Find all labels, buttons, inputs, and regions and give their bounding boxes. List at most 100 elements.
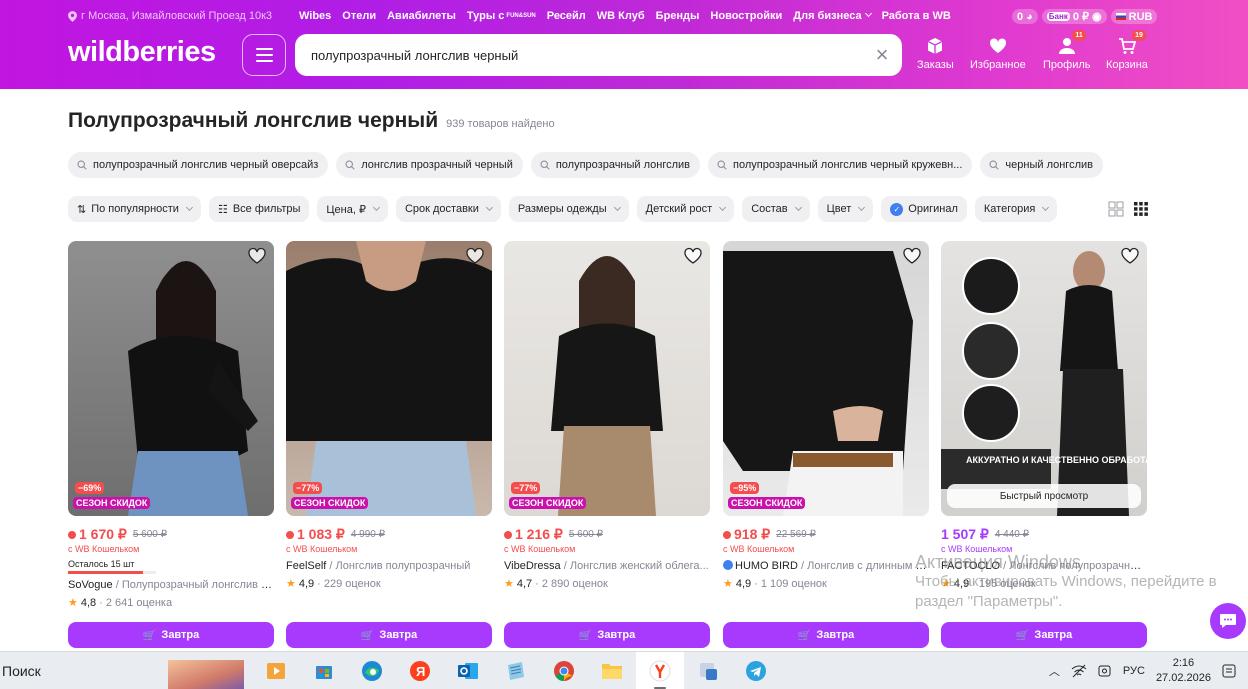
cart-button[interactable]: 19 Корзина bbox=[1106, 30, 1148, 71]
top-link-hotels[interactable]: Отели bbox=[342, 10, 376, 22]
taskbar-app-notes[interactable] bbox=[492, 652, 540, 689]
product-image[interactable]: −77% СЕЗОН СКИДОК bbox=[286, 241, 492, 516]
price-filter[interactable]: Цена, ₽ bbox=[317, 196, 388, 222]
product-title[interactable]: SoVogue / Полупрозрачный лонгслив с ... bbox=[68, 579, 274, 591]
product-card[interactable]: −95% СЕЗОН СКИДОК 918 ₽ 22 569 ₽ с WB Кош… bbox=[723, 241, 929, 648]
product-card[interactable]: −77% СЕЗОН СКИДОК 1 216 ₽ 5 600 ₽ с WB Ко… bbox=[504, 241, 710, 648]
top-link-newbuildings[interactable]: Новостройки bbox=[710, 10, 782, 22]
taskbar-explorer[interactable] bbox=[588, 652, 636, 689]
grid-small-icon[interactable] bbox=[1133, 201, 1149, 217]
rating-value: 4,7 bbox=[516, 577, 533, 590]
suggestion-chip[interactable]: полупрозрачный лонгслив черный кружевн..… bbox=[708, 152, 973, 178]
rating: ★ 4,8 · 2 641 оценка bbox=[68, 596, 173, 610]
product-card[interactable]: −77% СЕЗОН СКИДОК 1 083 ₽ 4 990 ₽ с WB Ко… bbox=[286, 241, 492, 648]
category-filter[interactable]: Категория bbox=[974, 196, 1058, 222]
orders-button[interactable]: Заказы bbox=[917, 36, 954, 71]
product-card[interactable]: АККУРАТНО И КАЧЕСТВЕННО ОБРАБОТАНЫ КРАЯ … bbox=[941, 241, 1147, 648]
wildberries-page: { "header": { "location": "г Москва, Изм… bbox=[0, 0, 1248, 689]
composition-filter[interactable]: Состав bbox=[742, 196, 810, 222]
search-input[interactable]: полупрозрачный лонгслив черный bbox=[311, 48, 862, 63]
menu-button[interactable] bbox=[242, 34, 286, 76]
sort-button[interactable]: ⇅ По популярности bbox=[68, 196, 201, 222]
taskbar-app-tool[interactable] bbox=[684, 652, 732, 689]
taskbar-yandex-active[interactable] bbox=[636, 652, 684, 689]
product-image[interactable]: −69% СЕЗОН СКИДОК bbox=[68, 241, 274, 516]
results-count: 939 товаров найдено bbox=[446, 118, 555, 130]
chat-button[interactable] bbox=[1210, 603, 1246, 639]
top-link-resale[interactable]: Ресейл bbox=[547, 10, 586, 22]
top-link-brands[interactable]: Бренды bbox=[656, 10, 700, 22]
favorite-heart-icon[interactable] bbox=[1120, 247, 1140, 265]
product-title[interactable]: VibeDressa / Лонгслив женский облега... bbox=[504, 560, 710, 572]
location-link[interactable]: г Москва, Измайловский Проезд 10к3 bbox=[68, 10, 299, 22]
delivery-filter[interactable]: Срок доставки bbox=[395, 196, 501, 222]
product-image[interactable]: АККУРАТНО И КАЧЕСТВЕННО ОБРАБОТАНЫ КРАЯ … bbox=[941, 241, 1147, 516]
search-field[interactable]: полупрозрачный лонгслив черный × bbox=[295, 34, 902, 76]
product-title[interactable]: HUMO BIRD / Лонгслив с длинным ру... bbox=[723, 560, 929, 572]
sliders-icon: ☷ bbox=[217, 203, 228, 216]
current-price: 1 670 ₽ bbox=[68, 526, 127, 543]
favorite-heart-icon[interactable] bbox=[902, 247, 922, 265]
current-price: 1 083 ₽ bbox=[286, 526, 345, 543]
add-to-cart-button[interactable]: 🛒 Завтра bbox=[723, 622, 929, 648]
favorite-heart-icon[interactable] bbox=[683, 247, 703, 265]
top-links: Wibes Отели Авиабилеты Туры с FUN&SUN Рес… bbox=[299, 10, 951, 22]
add-to-cart-button[interactable]: 🛒 Завтра bbox=[504, 622, 710, 648]
profile-button[interactable]: 11 Профиль bbox=[1043, 30, 1091, 71]
product-card[interactable]: −69% СЕЗОН СКИДОК 1 670 ₽ 5 600 ₽ с WB Ко… bbox=[68, 241, 274, 648]
store-icon bbox=[316, 666, 332, 679]
top-link-jobs[interactable]: Работа в WB bbox=[882, 10, 951, 22]
taskbar-media-player[interactable] bbox=[252, 652, 300, 689]
product-image[interactable]: −95% СЕЗОН СКИДОК bbox=[723, 241, 929, 516]
clock-date: 27.02.2026 bbox=[1155, 672, 1211, 684]
yandex-browser-icon bbox=[649, 660, 671, 682]
wildberries-logo[interactable]: wildberries bbox=[68, 36, 216, 69]
add-to-cart-button[interactable]: 🛒 Завтра bbox=[68, 622, 274, 648]
reviews-count: 2 890 оценок bbox=[541, 577, 608, 590]
old-price: 4 440 ₽ bbox=[994, 529, 1030, 540]
points-pill[interactable]: 0 ◕ bbox=[1012, 9, 1038, 24]
language-indicator[interactable]: РУС bbox=[1123, 665, 1145, 677]
favorite-heart-icon[interactable] bbox=[247, 247, 267, 265]
add-to-cart-button[interactable]: 🛒 Завтра bbox=[286, 622, 492, 648]
top-link-flights[interactable]: Авиабилеты bbox=[387, 10, 456, 22]
product-title[interactable]: FeelSelf / Лонгслив полупрозрачный bbox=[286, 560, 492, 572]
top-link-tours[interactable]: Туры с FUN&SUN bbox=[467, 10, 536, 22]
bank-pill[interactable]: Банк 0 ₽ ◉ bbox=[1041, 9, 1107, 24]
quick-view-button[interactable]: Быстрый просмотр bbox=[947, 484, 1141, 508]
top-link-business[interactable]: Для бизнеса bbox=[793, 10, 870, 22]
all-filters-button[interactable]: ☷ Все фильтры bbox=[208, 196, 310, 222]
currency-pill[interactable]: RUB bbox=[1110, 9, 1158, 24]
chevron-up-icon[interactable]: ︿ bbox=[1049, 663, 1060, 679]
favorite-heart-icon[interactable] bbox=[465, 247, 485, 265]
grid-large-icon[interactable] bbox=[1108, 201, 1124, 217]
top-link-wibes[interactable]: Wibes bbox=[299, 10, 331, 22]
suggestion-chip[interactable]: полупрозрачный лонгслив черный оверсайз bbox=[68, 152, 329, 178]
suggestion-chip[interactable]: лонгслив прозрачный черный bbox=[336, 152, 523, 178]
rating: ★ 4,9 · 229 оценок bbox=[286, 577, 381, 591]
watermark-title: Активация Windows bbox=[915, 552, 1081, 572]
suggestion-chip[interactable]: полупрозрачный лонгслив bbox=[530, 152, 701, 178]
keyboard-icon[interactable] bbox=[1098, 664, 1112, 678]
taskbar-store[interactable] bbox=[300, 652, 348, 689]
color-filter[interactable]: Цвет bbox=[817, 196, 874, 222]
taskbar-yandex-browser[interactable]: Я bbox=[396, 652, 444, 689]
suggestion-chip[interactable]: черный лонгслив bbox=[980, 152, 1103, 178]
cart-icon: 🛒 bbox=[578, 629, 593, 642]
taskbar-edge[interactable] bbox=[348, 652, 396, 689]
taskbar-chrome[interactable] bbox=[540, 652, 588, 689]
notifications-icon[interactable] bbox=[1222, 664, 1236, 678]
network-icon[interactable] bbox=[1071, 664, 1087, 678]
favorites-button[interactable]: Избранное bbox=[970, 36, 1026, 71]
taskbar-outlook[interactable] bbox=[444, 652, 492, 689]
taskbar-telegram[interactable] bbox=[732, 652, 780, 689]
tool-icon bbox=[700, 663, 717, 680]
sizes-filter[interactable]: Размеры одежды bbox=[508, 196, 629, 222]
product-image[interactable]: −77% СЕЗОН СКИДОК bbox=[504, 241, 710, 516]
original-filter[interactable]: ✓ Оригинал bbox=[881, 196, 967, 222]
kids-height-filter[interactable]: Детский рост bbox=[636, 196, 735, 222]
clear-search-icon[interactable]: × bbox=[862, 35, 902, 75]
add-to-cart-button[interactable]: 🛒 Завтра bbox=[941, 622, 1147, 648]
top-link-wb-club[interactable]: WB Клуб bbox=[597, 10, 645, 22]
clock[interactable]: 2:16 27.02.2026 bbox=[1156, 656, 1211, 686]
